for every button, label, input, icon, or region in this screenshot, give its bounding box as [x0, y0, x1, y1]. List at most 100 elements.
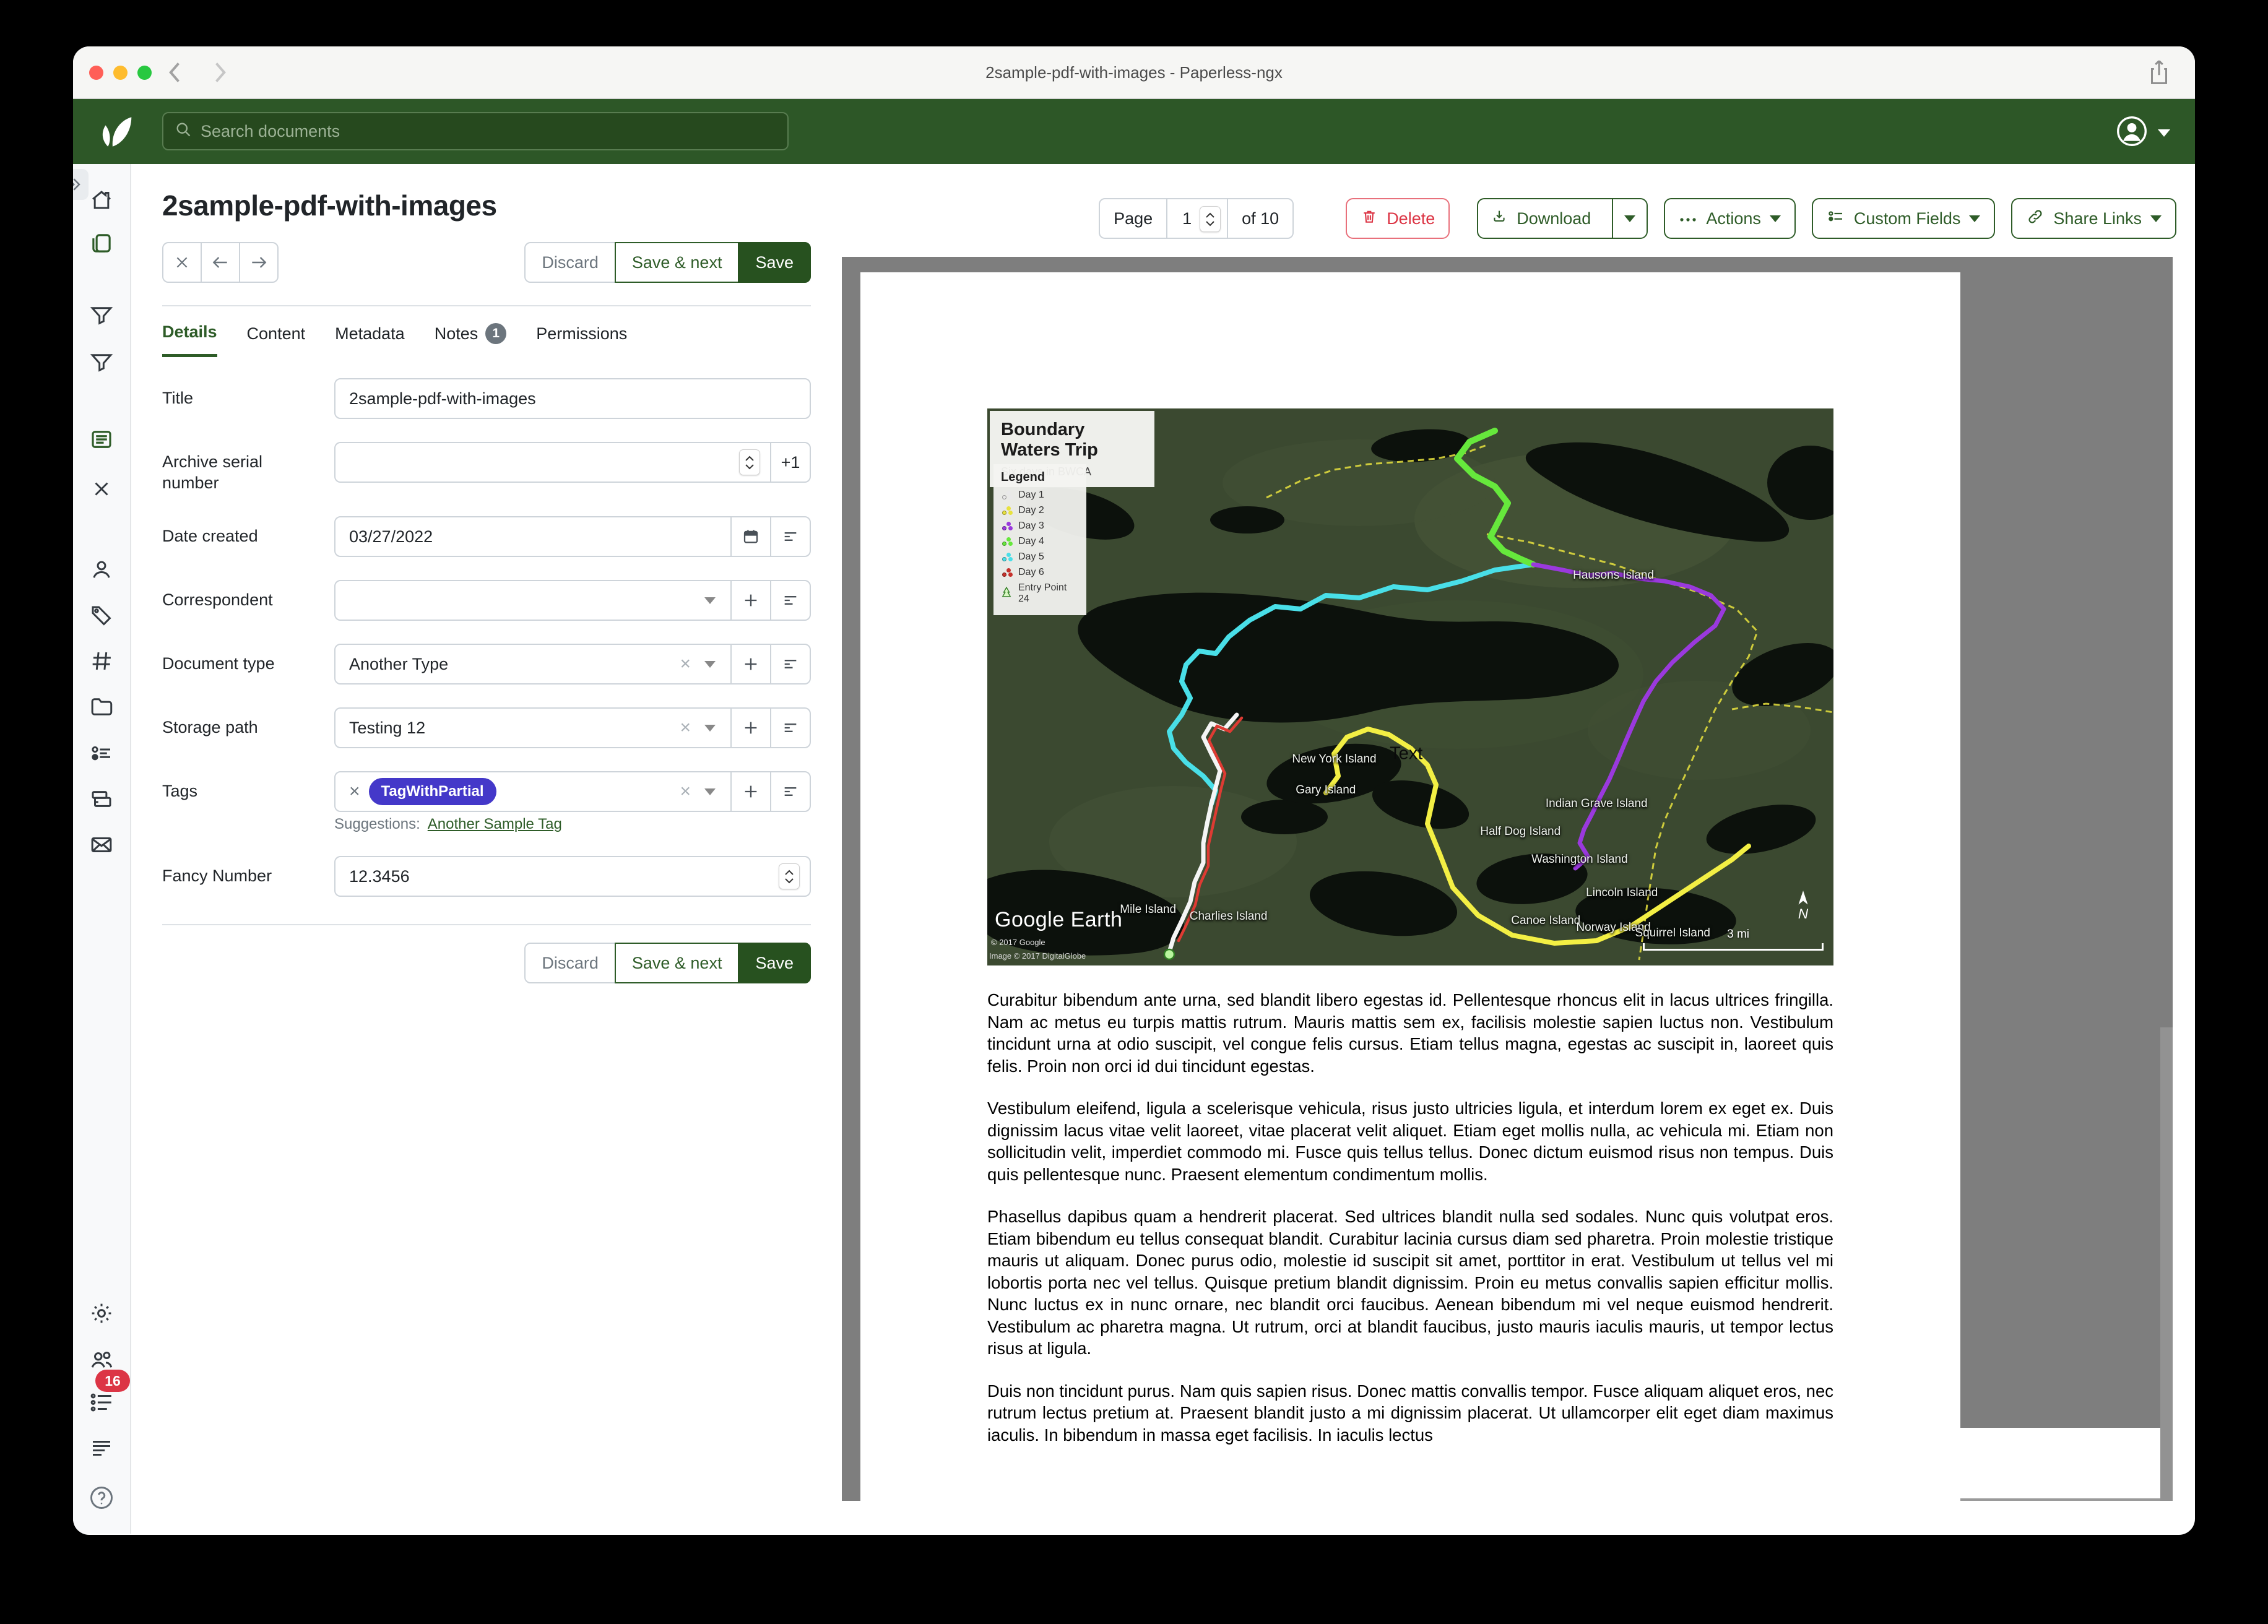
sidebar-item-saved-view-2[interactable] — [88, 349, 115, 376]
google-earth-logo: Google Earth — [995, 908, 1122, 932]
clear-icon[interactable]: × — [680, 654, 691, 675]
island-label: Squirrel Island — [1635, 926, 1710, 940]
user-menu[interactable] — [2116, 115, 2170, 150]
sidebar-item-close-all-icon[interactable] — [88, 475, 115, 503]
island-label: Indian Grave Island — [1546, 797, 1648, 811]
tab-details[interactable]: Details — [162, 322, 217, 357]
sidebar-item-open-document[interactable] — [88, 426, 115, 453]
paperless-logo-icon[interactable] — [88, 108, 135, 158]
search-icon — [175, 121, 192, 142]
sidebar-item-tags[interactable] — [88, 602, 115, 629]
storage-path-suggestions-button[interactable] — [770, 707, 811, 748]
sidebar-item-correspondents[interactable] — [88, 556, 115, 584]
sidebar-item-documents[interactable] — [88, 230, 115, 257]
previous-document-button[interactable] — [201, 242, 240, 283]
share-icon[interactable] — [2147, 59, 2171, 90]
map-title: Boundary Waters Trip — [1001, 420, 1143, 460]
custom-field-input[interactable] — [334, 856, 811, 897]
correspondent-suggestions-button[interactable] — [770, 580, 811, 621]
chevron-down-icon — [704, 788, 716, 795]
tag-chip[interactable]: TagWithPartial — [369, 778, 496, 805]
add-storage-path-button[interactable] — [730, 707, 771, 748]
sidebar-item-document-types[interactable] — [88, 693, 115, 720]
date-created-field[interactable] — [334, 516, 732, 557]
discard-button[interactable]: Discard — [524, 242, 616, 283]
asn-stepper[interactable] — [739, 449, 760, 475]
expand-sidebar-button[interactable] — [73, 169, 89, 200]
sidebar-item-custom-fields[interactable] — [88, 740, 115, 767]
island-label: Gary Island — [1296, 784, 1356, 797]
asn-label: Archive serial number — [162, 442, 334, 493]
tags-select[interactable]: × TagWithPartial × — [334, 771, 732, 812]
add-document-type-button[interactable] — [730, 644, 771, 685]
notes-count-badge: 1 — [485, 323, 506, 344]
sidebar-item-storage-paths[interactable] — [88, 785, 115, 813]
save-and-next-button[interactable]: Save & next — [615, 242, 740, 283]
document-toolbar: Page of 10 — [842, 198, 2195, 239]
next-document-button[interactable] — [239, 242, 279, 283]
sidebar-item-help[interactable] — [88, 1484, 115, 1511]
save-group-top: Discard Save & next Save — [524, 242, 811, 283]
asn-plus-one-button[interactable]: +1 — [770, 442, 811, 483]
app-window: 2sample-pdf-with-images - Paperless-ngx … — [73, 46, 2195, 1535]
tab-notes[interactable]: Notes1 — [435, 322, 507, 357]
storage-path-select[interactable]: Testing 12 × — [334, 707, 732, 748]
date-picker-button[interactable] — [730, 516, 771, 557]
sidebar-item-mail[interactable] — [88, 831, 115, 858]
custom-fields-button[interactable]: Custom Fields — [1812, 198, 1996, 239]
preview-scrollbar-thumb[interactable] — [2160, 1027, 2173, 1501]
page-navigation-group: Page of 10 — [1099, 198, 1294, 239]
discard-button[interactable]: Discard — [524, 943, 616, 983]
save-and-next-button[interactable]: Save & next — [615, 943, 740, 983]
island-label: Mile Island — [1120, 903, 1176, 917]
page-stepper[interactable] — [1200, 206, 1221, 232]
chevron-down-icon — [704, 597, 716, 604]
add-tag-button[interactable] — [730, 771, 771, 812]
clear-icon[interactable]: × — [680, 717, 691, 738]
document-type-select[interactable]: Another Type × — [334, 644, 732, 685]
page-title: 2sample-pdf-with-images — [162, 189, 842, 222]
search-input[interactable]: Search documents — [162, 112, 789, 150]
actions-button[interactable]: Actions — [1664, 198, 1796, 239]
save-button[interactable]: Save — [738, 943, 811, 983]
sidebar-item-logs[interactable] — [88, 1435, 115, 1462]
map-scale-bar: 3 mi — [1643, 949, 1824, 951]
correspondent-select[interactable] — [334, 580, 732, 621]
share-links-button[interactable]: Share Links — [2011, 198, 2176, 239]
document-edit-pane: 2sample-pdf-with-images — [131, 164, 842, 1534]
add-correspondent-button[interactable] — [730, 580, 771, 621]
sidebar-item-saved-view-1[interactable] — [88, 302, 115, 329]
island-label: Canoe Island — [1511, 914, 1580, 928]
tab-metadata[interactable]: Metadata — [335, 322, 405, 357]
map-copyright: © 2017 Google — [991, 938, 1045, 947]
sidebar-item-settings[interactable] — [88, 1300, 115, 1327]
tab-content[interactable]: Content — [247, 322, 306, 357]
suggestion-tag-link[interactable]: Another Sample Tag — [428, 816, 562, 833]
asn-field[interactable] — [334, 442, 771, 483]
remove-tag-icon[interactable]: × — [349, 781, 360, 802]
tab-permissions[interactable]: Permissions — [536, 322, 627, 357]
sidebar-item-tasks[interactable] — [88, 1389, 115, 1416]
custom-field-stepper[interactable] — [779, 863, 800, 889]
clear-icon[interactable]: × — [680, 781, 691, 802]
island-label: Lincoln Island — [1586, 886, 1658, 900]
download-options-button[interactable] — [1612, 199, 1647, 238]
trash-icon — [1361, 208, 1378, 230]
sidebar-item-dashboard[interactable] — [88, 186, 115, 214]
date-suggestions-button[interactable] — [770, 516, 811, 557]
app-navbar: Search documents — [73, 99, 2195, 164]
save-button[interactable]: Save — [738, 242, 811, 283]
save-group-bottom: Discard Save & next Save — [524, 943, 811, 983]
pdf-page: Boundary Waters Trip Six days in BWCA Le… — [860, 272, 1960, 1501]
custom-fields-icon — [1827, 207, 1845, 230]
close-document-button[interactable] — [162, 242, 202, 283]
delete-button[interactable]: Delete — [1346, 198, 1450, 239]
tag-suggestions-button[interactable] — [770, 771, 811, 812]
document-type-suggestions-button[interactable] — [770, 644, 811, 685]
legend-item: Day 4 — [1001, 536, 1079, 547]
svg-text:N: N — [1798, 906, 1809, 922]
sidebar-item-asn[interactable] — [88, 647, 115, 675]
download-button[interactable]: Download — [1478, 199, 1603, 238]
pdf-preview[interactable]: Boundary Waters Trip Six days in BWCA Le… — [842, 257, 2173, 1501]
title-field[interactable] — [334, 378, 811, 419]
